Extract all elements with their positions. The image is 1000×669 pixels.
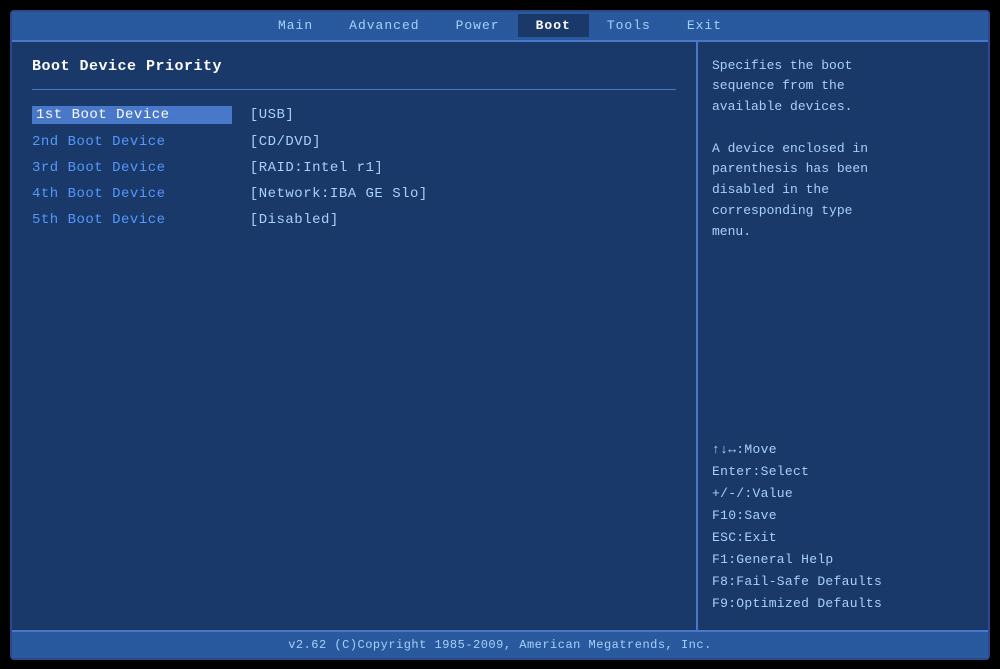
help-text: Specifies the boot sequence from the ava…: [712, 56, 974, 419]
left-panel: Boot Device Priority 1st Boot Device [US…: [12, 42, 698, 630]
key-help-section: ↑↓↔:Move Enter:Select +/-/:Value F10:Sav…: [712, 439, 974, 616]
key-failsafe: F8:Fail-Safe Defaults: [712, 571, 974, 593]
boot-device-row-3[interactable]: 3rd Boot Device [RAID:Intel r1]: [32, 160, 676, 176]
key-exit: ESC:Exit: [712, 527, 974, 549]
tab-power[interactable]: Power: [438, 14, 518, 37]
bios-screen: Main Advanced Power Boot Tools Exit Boot…: [10, 10, 990, 660]
boot-device-value-5: [Disabled]: [232, 212, 339, 228]
main-content: Boot Device Priority 1st Boot Device [US…: [12, 40, 988, 630]
boot-device-row-1[interactable]: 1st Boot Device [USB]: [32, 106, 676, 124]
boot-device-row-2[interactable]: 2nd Boot Device [CD/DVD]: [32, 134, 676, 150]
tab-exit[interactable]: Exit: [669, 14, 740, 37]
right-panel: Specifies the boot sequence from the ava…: [698, 42, 988, 630]
boot-device-row-5[interactable]: 5th Boot Device [Disabled]: [32, 212, 676, 228]
key-select: Enter:Select: [712, 461, 974, 483]
key-help: F1:General Help: [712, 549, 974, 571]
boot-device-row-4[interactable]: 4th Boot Device [Network:IBA GE Slo]: [32, 186, 676, 202]
divider: [32, 89, 676, 90]
boot-device-value-4: [Network:IBA GE Slo]: [232, 186, 428, 202]
boot-device-value-2: [CD/DVD]: [232, 134, 321, 150]
boot-device-label-1[interactable]: 1st Boot Device: [32, 106, 232, 124]
key-value: +/-/:Value: [712, 483, 974, 505]
key-optimized: F9:Optimized Defaults: [712, 593, 974, 615]
boot-device-label-3[interactable]: 3rd Boot Device: [32, 160, 232, 176]
boot-device-value-1: [USB]: [232, 107, 294, 123]
bios-tabs[interactable]: Main Advanced Power Boot Tools Exit: [260, 14, 740, 37]
boot-device-value-3: [RAID:Intel r1]: [232, 160, 383, 176]
tab-main[interactable]: Main: [260, 14, 331, 37]
key-move: ↑↓↔:Move: [712, 439, 974, 461]
boot-device-label-2[interactable]: 2nd Boot Device: [32, 134, 232, 150]
bottom-bar: v2.62 (C)Copyright 1985-2009, American M…: [12, 630, 988, 658]
top-navigation-bar: Main Advanced Power Boot Tools Exit: [12, 12, 988, 40]
key-save: F10:Save: [712, 505, 974, 527]
boot-device-label-5[interactable]: 5th Boot Device: [32, 212, 232, 228]
boot-device-label-4[interactable]: 4th Boot Device: [32, 186, 232, 202]
copyright-text: v2.62 (C)Copyright 1985-2009, American M…: [288, 638, 712, 652]
tab-tools[interactable]: Tools: [589, 14, 669, 37]
tab-boot[interactable]: Boot: [518, 14, 589, 37]
tab-advanced[interactable]: Advanced: [331, 14, 437, 37]
section-title: Boot Device Priority: [32, 58, 676, 75]
